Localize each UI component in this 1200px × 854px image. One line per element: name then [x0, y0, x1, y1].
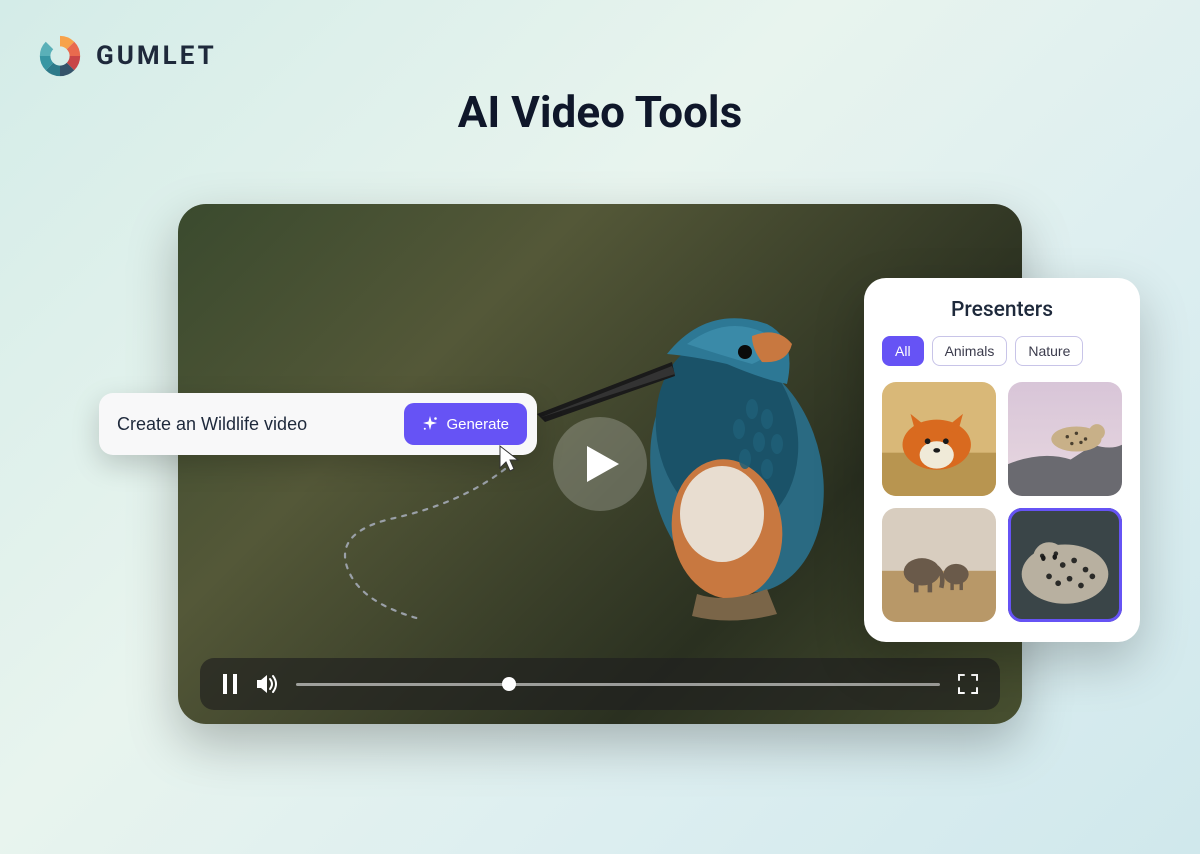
pause-icon: [222, 674, 238, 694]
video-control-bar: [200, 658, 1000, 710]
presenter-tab-nature[interactable]: Nature: [1015, 336, 1083, 366]
fullscreen-button[interactable]: [958, 674, 978, 694]
presenter-tab-animals[interactable]: Animals: [932, 336, 1008, 366]
volume-icon: [256, 674, 278, 694]
generate-button-label: Generate: [446, 416, 509, 433]
brand-name: GUMLET: [96, 41, 217, 71]
fullscreen-icon: [958, 674, 978, 694]
play-button[interactable]: [553, 417, 647, 511]
gumlet-logo-icon: [36, 32, 84, 80]
brand-logo: GUMLET: [36, 32, 217, 80]
presenter-tab-all[interactable]: All: [882, 336, 924, 366]
play-icon: [585, 444, 621, 484]
sparkle-icon: [422, 416, 438, 432]
presenters-panel: Presenters All Animals Nature: [864, 278, 1140, 642]
progress-bar[interactable]: [296, 683, 940, 686]
prompt-bar: Generate: [99, 393, 537, 455]
progress-thumb[interactable]: [502, 677, 516, 691]
pause-button[interactable]: [222, 674, 238, 694]
presenter-thumb-leopard-resting[interactable]: [1008, 508, 1122, 622]
page-title: AI Video Tools: [0, 86, 1200, 138]
presenters-title: Presenters: [882, 298, 1122, 322]
presenter-grid: [882, 382, 1122, 622]
presenter-thumb-leopard-rock[interactable]: [1008, 382, 1122, 496]
generate-button[interactable]: Generate: [404, 403, 527, 445]
volume-button[interactable]: [256, 674, 278, 694]
presenter-tabs: All Animals Nature: [882, 336, 1122, 366]
cursor-icon: [498, 444, 524, 474]
presenter-thumb-elephants[interactable]: [882, 508, 996, 622]
prompt-input[interactable]: [117, 414, 392, 435]
presenter-thumb-fox[interactable]: [882, 382, 996, 496]
